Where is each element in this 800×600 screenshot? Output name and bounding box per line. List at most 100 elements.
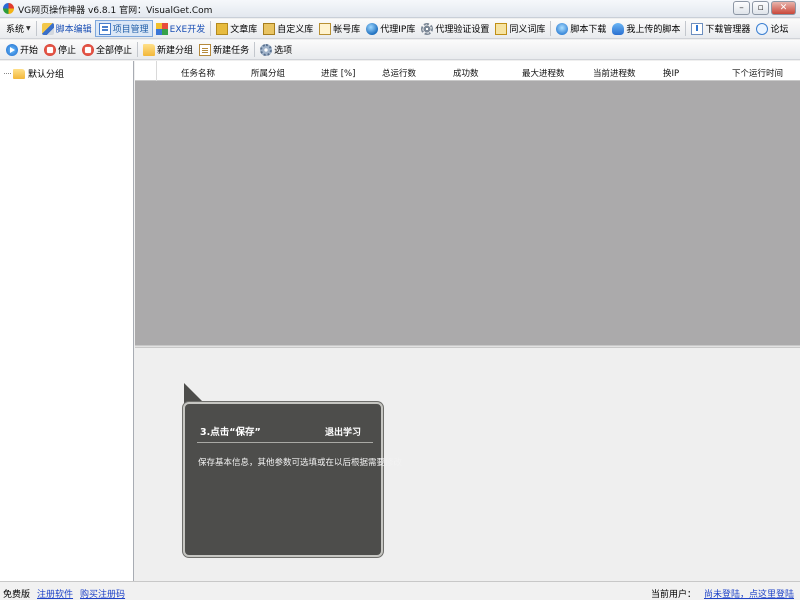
- forum-bubble-icon: [756, 22, 769, 35]
- register-software-link[interactable]: 注册软件: [37, 587, 73, 600]
- column-header-success-count[interactable]: 成功数: [453, 67, 479, 79]
- toolbar-divider: [550, 21, 552, 36]
- options-icon: [260, 43, 273, 56]
- column-header-next-run-time[interactable]: 下个运行时间: [732, 67, 783, 79]
- login-link[interactable]: 尚未登陆，点这里登陆: [704, 587, 794, 600]
- current-user-label: 当前用户：: [650, 590, 696, 600]
- column-header-group[interactable]: 所属分组: [251, 67, 285, 79]
- stop-all-icon: [82, 43, 95, 56]
- proxy-ip-label: 代理IP库: [380, 25, 416, 35]
- account-library-button[interactable]: 帐号库: [316, 20, 363, 37]
- tree-item-default-group[interactable]: 默认分组: [4, 67, 64, 80]
- window-controls: – ▫ ✕: [733, 1, 796, 15]
- start-button[interactable]: 开始: [3, 41, 41, 58]
- toolbar-divider: [137, 42, 139, 57]
- new-group-label: 新建分组: [157, 46, 194, 56]
- buy-license-link[interactable]: 购买注册码: [80, 587, 125, 600]
- tutorial-step-description: 保存基本信息，其他参数可选填或在以后根据需要修改: [198, 458, 403, 468]
- my-uploaded-scripts-button[interactable]: 我上传的脚本: [609, 20, 683, 37]
- toolbar-divider: [35, 21, 37, 36]
- column-header-max-processes[interactable]: 最大进程数: [522, 67, 565, 79]
- window-title: VG网页操作神器 v6.8.1 官网：VisualGet.Com: [18, 6, 213, 16]
- synonym-library-button[interactable]: 同义词库: [492, 20, 548, 37]
- column-header-current-processes[interactable]: 当前进程数: [593, 67, 636, 79]
- status-bar: 免费版 注册软件 购买注册码 当前用户： 尚未登陆，点这里登陆: [0, 581, 800, 600]
- stop-button[interactable]: 停止: [41, 41, 79, 58]
- proxy-verify-settings-button[interactable]: 代理验证设置: [418, 20, 492, 37]
- project-icon: [98, 22, 111, 35]
- account-library-label: 帐号库: [333, 25, 361, 35]
- exit-tutorial-button[interactable]: 退出学习: [325, 425, 361, 438]
- stop-all-label: 全部停止: [96, 46, 133, 56]
- main-toolbar: 系统 ▼ 脚本编辑 项目管理 EXE开发 文章库 自定义库 帐号库 代理IP库 …: [0, 19, 800, 39]
- row-header-corner: [135, 61, 157, 81]
- new-task-label: 新建任务: [213, 46, 250, 56]
- callout-divider: [197, 442, 373, 443]
- column-header-progress[interactable]: 进度 [%]: [321, 67, 355, 79]
- dictionary-icon: [495, 22, 508, 35]
- custom-library-label: 自定义库: [277, 25, 314, 35]
- options-label: 选项: [274, 46, 293, 56]
- toolbar-divider: [210, 21, 212, 36]
- my-uploaded-scripts-label: 我上传的脚本: [626, 25, 681, 35]
- task-table[interactable]: 任务名称 所属分组 进度 [%] 总运行数 成功数 最大进程数 当前进程数 换I…: [135, 61, 800, 345]
- upload-icon: [612, 22, 625, 35]
- group-tree[interactable]: 默认分组: [0, 61, 134, 581]
- restore-button[interactable]: ▫: [752, 1, 769, 15]
- toolbar-divider: [685, 21, 687, 36]
- stop-label: 停止: [58, 46, 77, 56]
- forum-button[interactable]: 论坛: [753, 20, 791, 37]
- app-logo-icon: [3, 3, 14, 14]
- book-icon: [216, 22, 229, 35]
- project-manage-button[interactable]: 项目管理: [94, 20, 153, 37]
- stop-all-button[interactable]: 全部停止: [79, 41, 135, 58]
- table-header: 任务名称 所属分组 进度 [%] 总运行数 成功数 最大进程数 当前进程数 换I…: [135, 61, 800, 81]
- play-icon: [6, 43, 18, 56]
- system-menu-label: 系统: [6, 25, 25, 35]
- book-icon: [263, 22, 276, 35]
- status-right: 当前用户： 尚未登陆，点这里登陆: [651, 587, 794, 600]
- new-task-button[interactable]: 新建任务: [196, 41, 252, 58]
- proxy-ip-button[interactable]: 代理IP库: [363, 20, 418, 37]
- id-card-icon: [319, 22, 332, 35]
- tutorial-step-title: 3.点击“保存”: [200, 427, 261, 438]
- tutorial-callout: 3.点击“保存” 退出学习 保存基本信息，其他参数可选填或在以后根据需要修改: [183, 402, 402, 557]
- toolbar-divider: [254, 42, 256, 57]
- download-manager-label: 下载管理器: [705, 25, 751, 35]
- options-button[interactable]: 选项: [257, 41, 295, 58]
- grid-icon: [155, 22, 168, 35]
- minimize-button[interactable]: –: [733, 1, 750, 15]
- column-header-task-name[interactable]: 任务名称: [181, 67, 215, 79]
- new-group-button[interactable]: 新建分组: [140, 41, 196, 58]
- script-download-label: 脚本下载: [570, 25, 607, 35]
- download-manager-button[interactable]: 下载管理器: [688, 20, 753, 37]
- exe-develop-button[interactable]: EXE开发: [153, 20, 209, 37]
- chevron-down-icon: ▼: [26, 25, 31, 32]
- tree-item-label: 默认分组: [28, 70, 65, 80]
- synonym-library-label: 同义词库: [509, 25, 546, 35]
- article-library-label: 文章库: [230, 25, 258, 35]
- article-library-button[interactable]: 文章库: [213, 20, 260, 37]
- forum-label: 论坛: [770, 25, 789, 35]
- edition-label: 免费版: [3, 590, 31, 600]
- column-header-change-ip[interactable]: 换IP: [663, 67, 679, 79]
- column-header-total-runs[interactable]: 总运行数: [382, 67, 416, 79]
- folder-icon: [13, 68, 25, 79]
- script-download-button[interactable]: 脚本下载: [553, 20, 609, 37]
- folder-icon: [143, 43, 156, 56]
- start-label: 开始: [20, 46, 39, 56]
- title-bar: VG网页操作神器 v6.8.1 官网：VisualGet.Com – ▫ ✕: [0, 0, 800, 18]
- tree-connector: [4, 73, 11, 74]
- stop-icon: [44, 43, 57, 56]
- pen-icon: [41, 22, 54, 35]
- status-left: 免费版 注册软件 购买注册码: [3, 587, 125, 600]
- project-manage-label: 项目管理: [112, 25, 149, 35]
- exe-develop-label: EXE开发: [169, 25, 206, 35]
- download-manager-icon: [691, 22, 704, 35]
- close-button[interactable]: ✕: [771, 1, 796, 15]
- gear-icon: [421, 22, 434, 35]
- globe-icon: [366, 22, 379, 35]
- custom-library-button[interactable]: 自定义库: [260, 20, 316, 37]
- system-menu[interactable]: 系统 ▼: [3, 20, 34, 37]
- script-edit-button[interactable]: 脚本编辑: [39, 20, 95, 37]
